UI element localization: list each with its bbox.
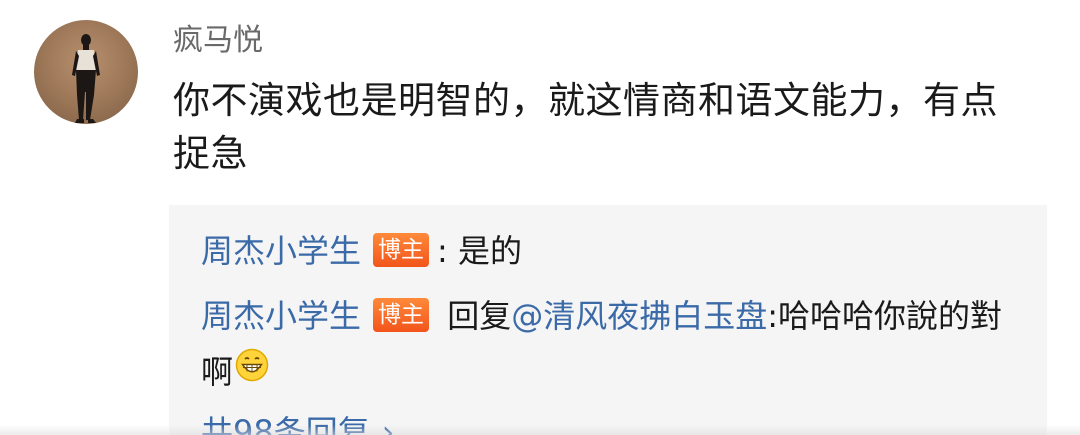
reply-author[interactable]: 周杰小学生 xyxy=(201,232,361,270)
reply-prefix: 回复 xyxy=(437,297,512,335)
reply-author[interactable]: 周杰小学生 xyxy=(201,297,361,335)
comment-text: 你不演戏也是明智的，就这情商和语文能力，有点捉急 xyxy=(173,79,998,175)
reply-item: 周杰小学生 博主: 是的 xyxy=(201,223,522,279)
blogger-badge: 博主 xyxy=(373,233,430,267)
person-silhouette-icon xyxy=(72,34,100,123)
reply-text: : 是的 xyxy=(437,232,522,270)
grinning-face-emoji-icon xyxy=(235,343,269,399)
mention-link[interactable]: @清风夜拂白玉盘 xyxy=(511,297,767,335)
bottom-shadow xyxy=(0,425,1080,435)
comment-screen: 疯马悦 你不演戏也是明智的，就这情商和语文能力，有点捉急 周杰小学生 博主: 是的… xyxy=(0,0,1080,435)
reply-item: 周杰小学生 博主 回复@清风夜拂白玉盘:哈哈哈你說的對啊 xyxy=(201,288,1021,402)
blogger-badge: 博主 xyxy=(373,298,430,332)
replies-panel: 周杰小学生 博主: 是的 周杰小学生 博主 回复@清风夜拂白玉盘:哈哈哈你說的對啊 … xyxy=(169,205,1047,435)
comment-username[interactable]: 疯马悦 xyxy=(173,21,263,61)
avatar[interactable] xyxy=(34,20,138,124)
